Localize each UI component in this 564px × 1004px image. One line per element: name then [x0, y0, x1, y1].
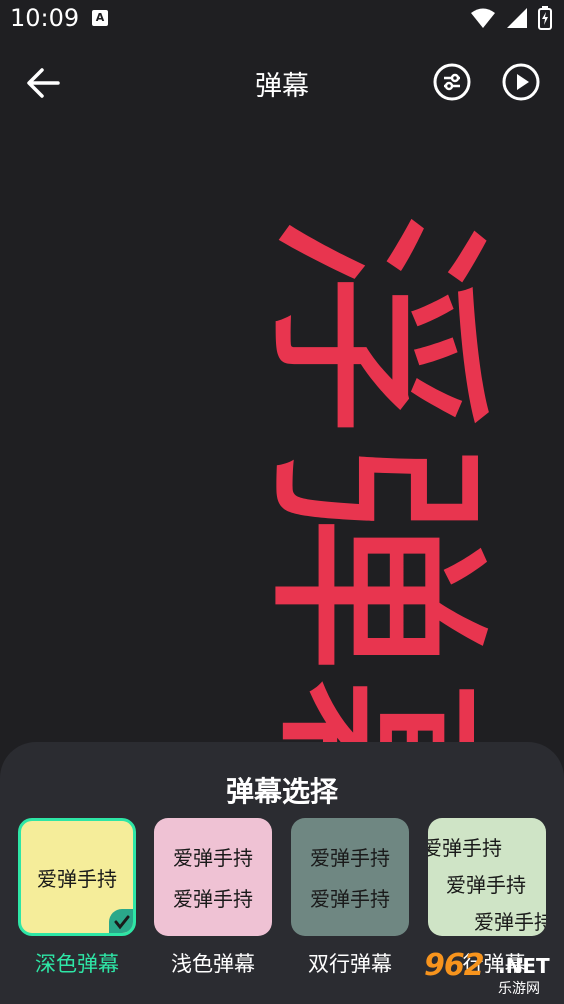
- page-title: 弹幕: [255, 71, 309, 102]
- style-option-light[interactable]: 爱弹手持 爱弹手持 浅色弹幕: [154, 818, 272, 978]
- play-icon: [502, 63, 540, 101]
- style-card[interactable]: 爱弹手持 爱弹手持: [154, 818, 272, 936]
- settings-button[interactable]: [433, 63, 471, 101]
- status-icons: [470, 6, 552, 30]
- check-icon: [109, 909, 133, 933]
- watermark-number: 962: [424, 948, 485, 983]
- style-card[interactable]: 爱弹手持 爱弹手持: [291, 818, 409, 936]
- style-card-text: 爱弹手持: [173, 887, 253, 911]
- watermark-net: .NET: [498, 954, 550, 978]
- style-card-text: 爱弹手持: [37, 866, 117, 891]
- style-card[interactable]: 爱弹手持: [18, 818, 136, 936]
- battery-icon: [538, 6, 552, 30]
- style-option-dark[interactable]: 爱弹手持 深色弹幕: [18, 818, 136, 978]
- status-bar: 10:09 A: [0, 0, 564, 40]
- watermark-site: 乐游网: [498, 981, 540, 997]
- style-option-double-line[interactable]: 爱弹手持 爱弹手持 双行弹幕: [291, 818, 409, 978]
- style-card[interactable]: 爱弹手持 爱弹手持 爱弹手持: [428, 818, 546, 936]
- notification-icon: A: [92, 10, 108, 26]
- watermark-logo: 962 .NET 乐游网: [424, 948, 560, 1000]
- style-card-text: 爱弹手持: [446, 873, 526, 897]
- status-time: 10:09: [10, 4, 80, 32]
- danmaku-preview: 浮弹幕: [0, 100, 564, 760]
- danmaku-preview-text: 浮弹幕: [239, 210, 509, 760]
- style-card-text: 爱弹手持: [310, 887, 390, 911]
- style-card-text: 爱弹手持: [173, 846, 253, 870]
- wifi-icon: [471, 8, 495, 28]
- play-button[interactable]: [502, 63, 540, 101]
- signal-icon: [507, 8, 527, 28]
- style-card-text: 爱弹手持: [474, 910, 546, 934]
- style-label: 双行弹幕: [308, 952, 392, 976]
- style-label: 浅色弹幕: [171, 952, 255, 976]
- style-card-text: 爱弹手持: [428, 836, 502, 860]
- sliders-icon: [433, 63, 471, 101]
- style-card-text: 爱弹手持: [310, 846, 390, 870]
- style-label: 深色弹幕: [35, 952, 119, 976]
- panel-title: 弹幕选择: [225, 775, 338, 808]
